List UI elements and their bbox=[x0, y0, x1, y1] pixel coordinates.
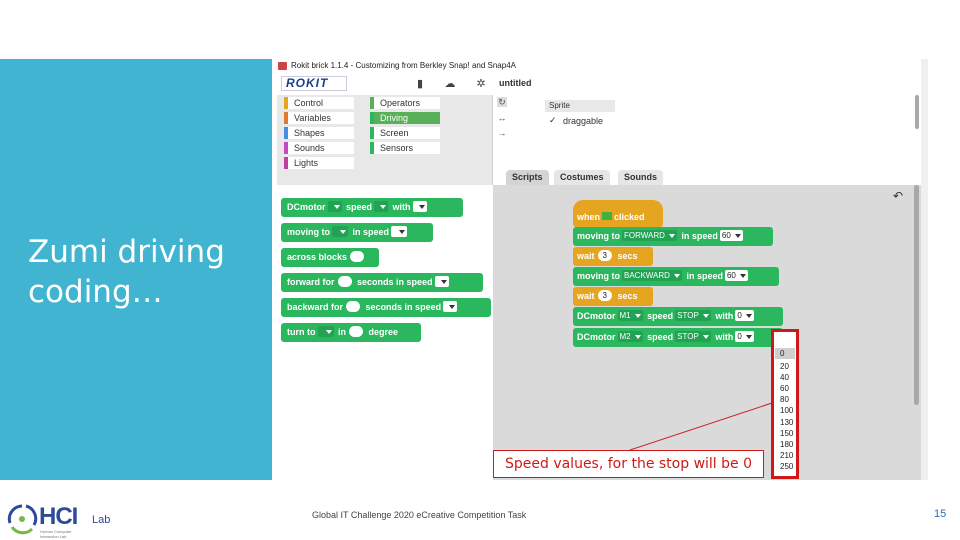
hci-logo-emblem-icon bbox=[7, 504, 38, 535]
page-number: 15 bbox=[934, 508, 947, 520]
footer-text: Global IT Challenge 2020 eCreative Compe… bbox=[312, 510, 527, 520]
annotation-callout: Speed values, for the stop will be 0 bbox=[493, 450, 764, 478]
hci-logo-text: HCI bbox=[39, 503, 78, 530]
annotation-connector bbox=[629, 402, 773, 451]
lab-logo-text: Lab bbox=[92, 514, 111, 526]
hci-logo-subtitle: Human Computer Interaction Lab bbox=[40, 529, 72, 539]
hci-lab-logo: HCI Lab Human Computer Interaction Lab bbox=[6, 501, 116, 539]
slide: Zumi driving coding… Rokit brick 1.1.4 -… bbox=[0, 0, 960, 540]
